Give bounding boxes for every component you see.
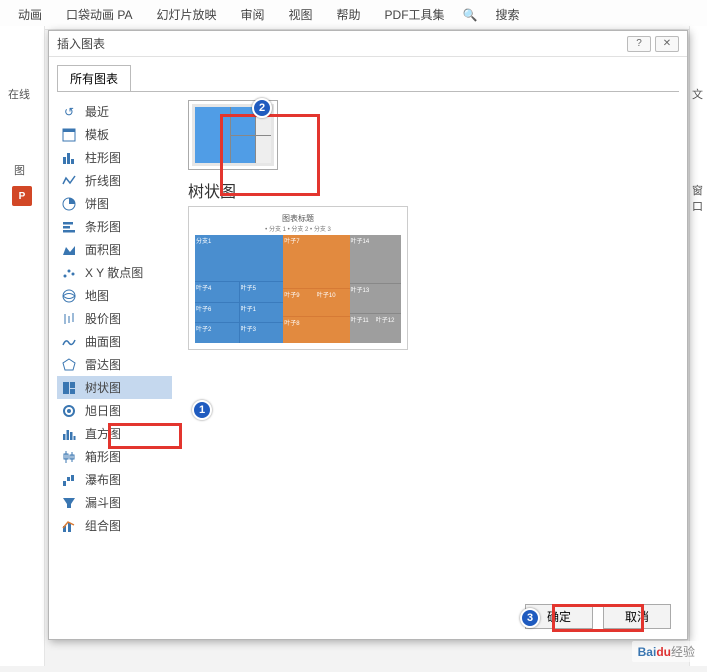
right-background-strip: 文 窗口 xyxy=(689,26,707,666)
column-icon xyxy=(61,150,77,166)
close-button[interactable]: ✕ xyxy=(655,36,679,52)
tab-slideshow[interactable]: 幻灯片放映 xyxy=(144,2,228,27)
cat-map[interactable]: 地图 xyxy=(57,284,172,307)
recent-icon: ↺ xyxy=(61,104,77,120)
search-icon[interactable]: 🔍 xyxy=(457,4,484,26)
dialog-panel: ↺最近 模板 柱形图 折线图 饼图 条形图 面积图 X Y 散点图 地图 股价图… xyxy=(49,92,687,592)
cat-waterfall[interactable]: 瀑布图 xyxy=(57,468,172,491)
insert-chart-dialog: 插入图表 ? ✕ 所有图表 ↺最近 模板 柱形图 折线图 饼图 条形图 面积图 … xyxy=(48,30,688,640)
treemap-icon xyxy=(61,380,77,396)
cat-box[interactable]: 箱形图 xyxy=(57,445,172,468)
ribbon-tabs: 动画 口袋动画 PA 幻灯片放映 审阅 视图 帮助 PDF工具集 🔍 搜索 xyxy=(0,0,707,30)
funnel-icon xyxy=(61,495,77,511)
online-label: 在线 xyxy=(0,26,44,162)
dialog-title-text: 插入图表 xyxy=(57,35,623,52)
radar-icon xyxy=(61,357,77,373)
cat-template[interactable]: 模板 xyxy=(57,123,172,146)
chart-title: 图表标题 xyxy=(195,213,401,224)
stock-icon xyxy=(61,311,77,327)
dialog-footer: 确定 取消 xyxy=(525,604,671,629)
cat-column[interactable]: 柱形图 xyxy=(57,146,172,169)
chart-legend: • 分支 1 • 分支 2 • 分支 3 xyxy=(195,224,401,233)
preview-title: 树状图 xyxy=(188,178,675,202)
cat-funnel[interactable]: 漏斗图 xyxy=(57,491,172,514)
cat-radar[interactable]: 雷达图 xyxy=(57,353,172,376)
sunburst-icon xyxy=(61,403,77,419)
cat-line[interactable]: 折线图 xyxy=(57,169,172,192)
chart-category-list: ↺最近 模板 柱形图 折线图 饼图 条形图 面积图 X Y 散点图 地图 股价图… xyxy=(57,100,172,584)
cat-sunburst[interactable]: 旭日图 xyxy=(57,399,172,422)
waterfall-icon xyxy=(61,472,77,488)
tab-all-charts[interactable]: 所有图表 xyxy=(57,65,131,91)
cat-histogram[interactable]: 直方图 xyxy=(57,422,172,445)
histogram-icon xyxy=(61,426,77,442)
scatter-icon xyxy=(61,265,77,281)
template-icon xyxy=(61,127,77,143)
cat-stock[interactable]: 股价图 xyxy=(57,307,172,330)
cat-combo[interactable]: 组合图 xyxy=(57,514,172,537)
wen-label: 文 xyxy=(690,26,707,162)
combo-icon xyxy=(61,518,77,534)
treemap-subtype-thumbnail[interactable] xyxy=(188,100,278,170)
dialog-titlebar: 插入图表 ? ✕ xyxy=(49,31,687,57)
cat-bar[interactable]: 条形图 xyxy=(57,215,172,238)
tab-animation[interactable]: 动画 xyxy=(6,2,54,27)
cat-scatter[interactable]: X Y 散点图 xyxy=(57,261,172,284)
left-background-strip: 在线 图 P xyxy=(0,26,45,666)
map-icon xyxy=(61,288,77,304)
area-icon xyxy=(61,242,77,258)
chart-preview: 图表标题 • 分支 1 • 分支 2 • 分支 3 分支1 叶子4叶子5 叶子6… xyxy=(188,206,408,350)
help-button[interactable]: ? xyxy=(627,36,651,52)
cancel-button[interactable]: 取消 xyxy=(603,604,671,629)
ok-button[interactable]: 确定 xyxy=(525,604,593,629)
cat-surface[interactable]: 曲面图 xyxy=(57,330,172,353)
treemap-preview-body: 分支1 叶子4叶子5 叶子6叶子1 叶子2叶子3 叶子7 叶子9叶子10 叶子8… xyxy=(195,235,401,343)
tab-pocket-animation[interactable]: 口袋动画 PA xyxy=(54,2,144,27)
dialog-tabbar: 所有图表 xyxy=(49,57,687,91)
window-label: 窗口 xyxy=(690,162,707,274)
tab-view[interactable]: 视图 xyxy=(277,2,325,27)
search-label[interactable]: 搜索 xyxy=(484,2,702,27)
line-icon xyxy=(61,173,77,189)
cat-pie[interactable]: 饼图 xyxy=(57,192,172,215)
pic-label: 图 xyxy=(0,162,44,178)
chart-subtype-area: 树状图 图表标题 • 分支 1 • 分支 2 • 分支 3 分支1 叶子4叶子5… xyxy=(176,92,687,592)
powerpoint-icon[interactable]: P xyxy=(12,186,32,206)
pie-icon xyxy=(61,196,77,212)
bar-icon xyxy=(61,219,77,235)
tab-review[interactable]: 审阅 xyxy=(228,2,276,27)
cat-treemap[interactable]: 树状图 xyxy=(57,376,172,399)
cat-area[interactable]: 面积图 xyxy=(57,238,172,261)
cat-recent[interactable]: ↺最近 xyxy=(57,100,172,123)
surface-icon xyxy=(61,334,77,350)
tab-help[interactable]: 帮助 xyxy=(325,2,373,27)
watermark: Baidu经验 xyxy=(632,641,701,662)
tab-pdf-tools[interactable]: PDF工具集 xyxy=(373,2,457,27)
treemap-thumb-grid xyxy=(195,107,271,163)
box-icon xyxy=(61,449,77,465)
